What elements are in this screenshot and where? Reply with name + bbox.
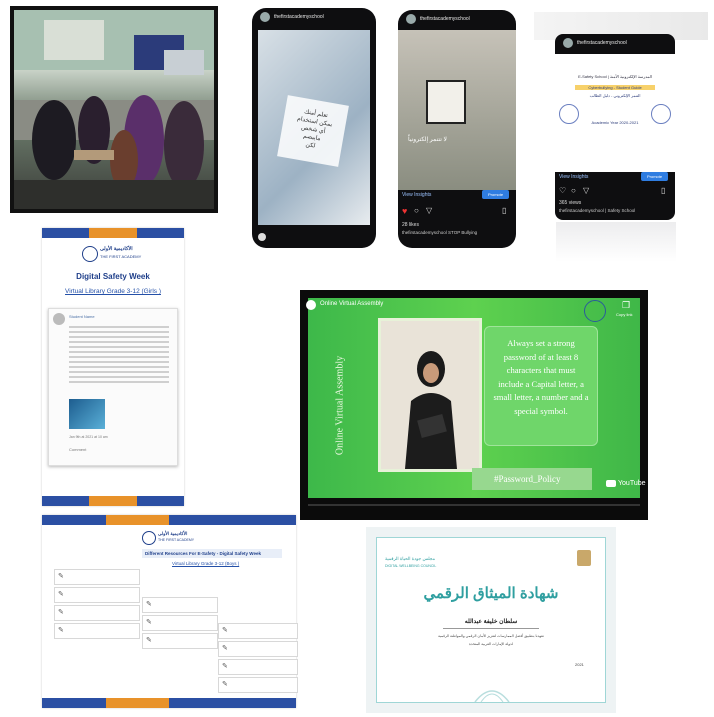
post-document-image: E-Safety School | المدرسة الإلكترونية ال… bbox=[555, 54, 675, 172]
video-title[interactable]: Online Virtual Assembly bbox=[320, 301, 383, 307]
certificate-body-line-2: لدولة الإمارات العربية المتحدة bbox=[468, 642, 514, 646]
youtube-play-icon bbox=[606, 480, 616, 487]
post-caption: thefirstacademyschool | Safety School bbox=[559, 208, 636, 213]
bottom-stripe bbox=[42, 698, 296, 708]
recipient-name: سلطان خليفة عبدالله bbox=[464, 619, 518, 625]
post-image: لا تتنمر إلكترونياً bbox=[398, 30, 516, 190]
post-overlay-text: لا تتنمر إلكترونياً bbox=[408, 137, 447, 143]
resources-title: Different Resources For E-Safety - Digit… bbox=[142, 549, 282, 558]
resource-item[interactable] bbox=[54, 605, 140, 621]
resource-item[interactable] bbox=[54, 569, 140, 585]
share-icon[interactable]: ▽ bbox=[426, 206, 432, 215]
certificate-date: 2021 bbox=[575, 662, 584, 667]
heart-outline-icon[interactable]: ♡ bbox=[559, 186, 566, 195]
views-count: 365 views bbox=[559, 200, 582, 206]
hashtag-banner: #Password_Policy bbox=[472, 468, 592, 490]
likes-count: 28 likes bbox=[402, 222, 419, 228]
quote-box: Always set a strong password of at least… bbox=[484, 326, 598, 446]
instagram-post-1[interactable]: thefirstacademyschool تعلم أمنك يمكن است… bbox=[252, 8, 376, 248]
post-text-lines bbox=[69, 323, 169, 386]
certificate-body-line-1: تعهدنا بتطبيق أفضل الممارسات لتعزيز الأم… bbox=[438, 634, 544, 638]
certificate-title: شهادة الميثاق الرقمي bbox=[423, 585, 559, 602]
page-title: Digital Safety Week bbox=[76, 272, 150, 281]
name-underline bbox=[443, 628, 539, 629]
youtube-video-player[interactable]: Online Virtual Assembly Always set a str… bbox=[300, 290, 648, 520]
heart-icon[interactable]: ♥ bbox=[402, 206, 407, 216]
view-insights-link[interactable]: View Insights bbox=[402, 192, 431, 198]
logo-text-ar: الأكاديمية الأولى bbox=[100, 246, 133, 252]
resource-item[interactable] bbox=[218, 677, 298, 693]
seal-right-icon bbox=[651, 104, 671, 124]
post-overlay-card: تعلم أمنك يمكن استخدام أي شخص مايبصم لكن bbox=[277, 95, 349, 167]
instagram-post-2[interactable]: thefirstacademyschool لا تتنمر إلكترونيا… bbox=[398, 10, 516, 248]
classroom-photo bbox=[10, 6, 218, 213]
side-title: Online Virtual Assembly bbox=[334, 355, 346, 456]
post-account: thefirstacademyschool bbox=[398, 10, 516, 30]
student-photo bbox=[378, 318, 482, 472]
post-overlay-text: تعلم أمنك يمكن استخدام أي شخص مايبصم لكن bbox=[296, 109, 333, 150]
share-icon[interactable]: ▽ bbox=[583, 186, 589, 195]
post-caption: thefirstacademyschool STOP Bullying bbox=[402, 230, 478, 235]
progress-bar[interactable] bbox=[308, 504, 640, 506]
virtual-library-link[interactable]: Virtual Library Grade 3-12 (Boys ) bbox=[172, 561, 239, 566]
post-account: thefirstacademyschool bbox=[252, 8, 376, 28]
comment-icon[interactable]: ○ bbox=[571, 186, 576, 195]
resource-item[interactable] bbox=[218, 659, 298, 675]
resource-item[interactable] bbox=[218, 623, 298, 639]
digital-safety-week-page: الأكاديمية الأولى THE FIRST ACADEMY Digi… bbox=[42, 228, 184, 506]
uae-emblem-icon bbox=[577, 550, 591, 566]
top-stripe bbox=[42, 228, 184, 238]
certificate-ornament bbox=[473, 684, 511, 703]
promote-button[interactable]: Promote bbox=[641, 172, 669, 181]
seal-left-icon bbox=[559, 104, 579, 124]
resources-page: الأكاديمية الأولى THE FIRST ACADEMY Diff… bbox=[42, 515, 298, 708]
video-frame: Online Virtual Assembly Always set a str… bbox=[308, 298, 640, 498]
resource-item[interactable] bbox=[142, 597, 218, 613]
instagram-post-3[interactable]: thefirstacademyschool E-Safety School | … bbox=[555, 34, 675, 220]
resource-item[interactable] bbox=[54, 623, 140, 639]
top-stripe bbox=[42, 515, 296, 525]
classroom-scene bbox=[14, 10, 214, 209]
post-author: Student Name bbox=[69, 314, 95, 319]
academy-logo-icon bbox=[142, 531, 156, 545]
tablet-in-photo bbox=[426, 80, 466, 124]
virtual-library-link[interactable]: Virtual Library Grade 3-12 (Girls ) bbox=[42, 288, 184, 295]
copy-link-label[interactable]: Copy link bbox=[616, 312, 632, 317]
council-name-en: DIGITAL WELLBEING COUNCIL bbox=[385, 564, 437, 568]
padlet-post-card[interactable]: Student Name Jan 9th at 2021 at 10 am Co… bbox=[48, 308, 178, 466]
resource-item[interactable] bbox=[142, 615, 218, 631]
save-icon[interactable]: ▯ bbox=[502, 206, 506, 215]
resource-item[interactable] bbox=[142, 633, 218, 649]
channel-avatar[interactable] bbox=[306, 300, 316, 310]
promote-button[interactable]: Promote bbox=[482, 190, 510, 199]
post-date: Jan 9th at 2021 at 10 am bbox=[69, 435, 108, 439]
certificate-sheet: مجلس جودة الحياة الرقمية DIGITAL WELLBEI… bbox=[376, 537, 606, 703]
resource-item[interactable] bbox=[218, 641, 298, 657]
post-account: thefirstacademyschool bbox=[555, 34, 675, 54]
save-icon[interactable]: ▯ bbox=[661, 186, 665, 195]
avatar bbox=[53, 313, 65, 325]
logo-text-en: THE FIRST ACADEMY bbox=[100, 254, 142, 259]
bottom-stripe bbox=[42, 496, 184, 506]
comment-link[interactable]: Comment bbox=[69, 447, 86, 452]
post-3-reflection bbox=[556, 222, 676, 262]
youtube-logo[interactable]: YouTube bbox=[606, 480, 646, 487]
logo-text-en: THE FIRST ACADEMY bbox=[158, 538, 195, 542]
post-image: تعلم أمنك يمكن استخدام أي شخص مايبصم لكن bbox=[258, 30, 370, 225]
view-insights-link[interactable]: View Insights bbox=[559, 174, 588, 180]
academy-logo-icon bbox=[584, 300, 606, 322]
academy-logo-icon bbox=[82, 246, 98, 262]
digital-charter-certificate: مجلس جودة الحياة الرقمية DIGITAL WELLBEI… bbox=[366, 527, 616, 713]
logo-text-ar: الأكاديمية الأولى bbox=[158, 531, 188, 536]
post-thumbnail[interactable] bbox=[69, 399, 105, 429]
resource-item[interactable] bbox=[54, 587, 140, 603]
comment-icon[interactable]: ○ bbox=[414, 206, 419, 215]
council-name-ar: مجلس جودة الحياة الرقمية bbox=[385, 556, 436, 561]
copy-link-icon[interactable]: ❐ bbox=[622, 300, 630, 311]
profile-icon[interactable] bbox=[258, 233, 266, 241]
